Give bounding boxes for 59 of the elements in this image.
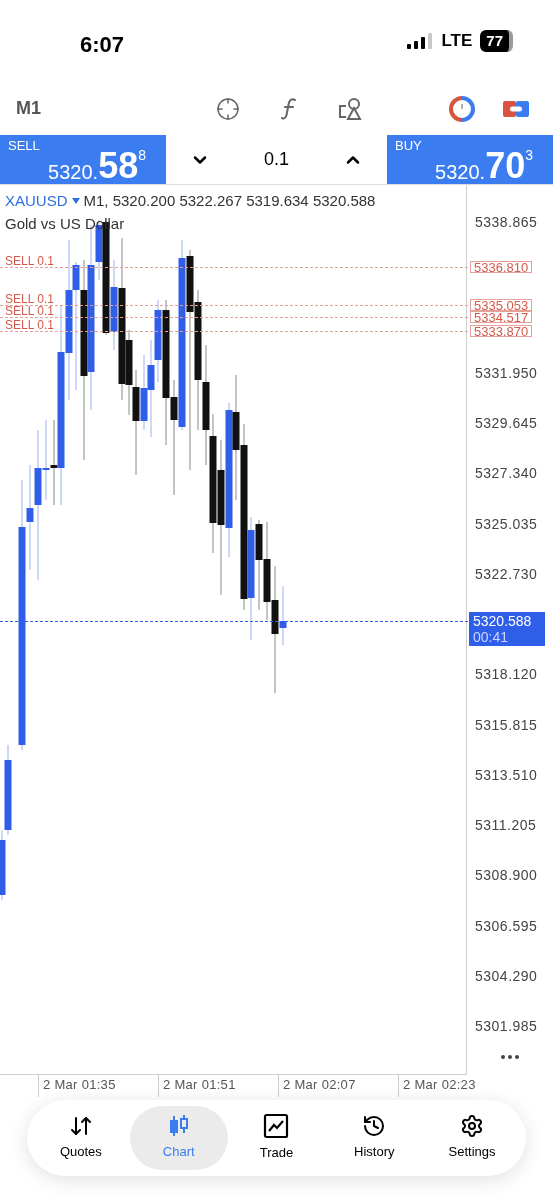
shapes-icon[interactable] [338, 96, 364, 121]
side-label: SELL [8, 139, 41, 152]
toggle-icon[interactable] [503, 98, 529, 119]
network-label: LTE [441, 30, 473, 52]
order-label[interactable]: SELL 0.1 [5, 305, 54, 317]
signal-icon [407, 32, 434, 49]
price-axis-label: 5311.205 [475, 817, 537, 833]
price-axis-label: 5329.645 [475, 415, 538, 431]
current-price: 5320.588 [473, 613, 533, 629]
ohlc-info: M1, 5320.200 5322.267 5319.634 5320.588 [83, 191, 376, 211]
clock-ring-icon[interactable] [449, 95, 475, 122]
order-label[interactable]: SELL 0.1 [5, 255, 54, 267]
price-prefix: 5320. [48, 162, 99, 182]
price-point: 8 [138, 148, 146, 162]
price-prefix: 5320. [435, 162, 486, 182]
price-axis-label: 5301.985 [475, 1018, 538, 1034]
price-axis-label: 5315.815 [475, 716, 538, 733]
time-axis-label: 2 Mar 01:51 [158, 1075, 248, 1097]
battery-indicator: 77 [480, 29, 513, 52]
price-axis-label: 5327.340 [475, 465, 538, 482]
order-price-tag: 5334.517 [470, 311, 533, 323]
order-price-tag: 5335.053 [470, 299, 533, 311]
tab[interactable]: Chart [129, 1106, 228, 1170]
tab[interactable]: Quotes [32, 1106, 130, 1170]
price-axis-label: 5318.120 [475, 666, 538, 683]
price-pips: 70 [485, 148, 526, 184]
clock: 6:07 [80, 31, 125, 59]
price-axis-label: 5338.865 [475, 214, 538, 230]
price-pips: 58 [98, 148, 139, 184]
price-axis-label: 5308.900 [475, 867, 538, 884]
tab[interactable]: History [325, 1106, 424, 1170]
tab[interactable]: Settings [423, 1106, 521, 1170]
price-axis-label: 5331.950 [475, 364, 538, 381]
price-axis-label: 5313.510 [475, 766, 538, 783]
time-axis-label: 2 Mar 01:35 [38, 1075, 128, 1097]
order-price-tag: 5336.810 [470, 261, 533, 273]
time-axis-label: 2 Mar 02:07 [278, 1075, 368, 1097]
order-label[interactable]: SELL 0.1 [5, 319, 54, 331]
price-axis-label: 5306.595 [475, 917, 538, 934]
history-icon [362, 1114, 387, 1139]
price-axis-label: 5322.730 [475, 565, 538, 582]
line-chart-icon [263, 1113, 290, 1140]
price-axis-label: 5325.035 [475, 515, 538, 532]
order-label[interactable]: SELL 0.1 [5, 293, 54, 305]
time-axis-label: 2 Mar 02:23 [398, 1075, 488, 1097]
symbol-selector[interactable]: XAUUSD [5, 190, 68, 213]
timeframe-button[interactable]: M1 [16, 95, 41, 122]
side-label: BUY [395, 139, 423, 152]
crosshair-icon[interactable] [216, 96, 240, 121]
tab[interactable]: Trade [227, 1106, 326, 1170]
function-icon[interactable] [280, 96, 298, 121]
candlestick-icon [167, 1114, 190, 1139]
settings-icon [460, 1114, 485, 1139]
price-axis-label: 5304.290 [475, 967, 538, 984]
caret-icon[interactable] [71, 198, 80, 205]
price-point: 3 [525, 148, 533, 162]
volume-value[interactable]: 0.1 [264, 146, 289, 173]
order-price-tag: 5333.870 [470, 325, 533, 337]
bar-countdown: 00:41 [473, 629, 510, 645]
